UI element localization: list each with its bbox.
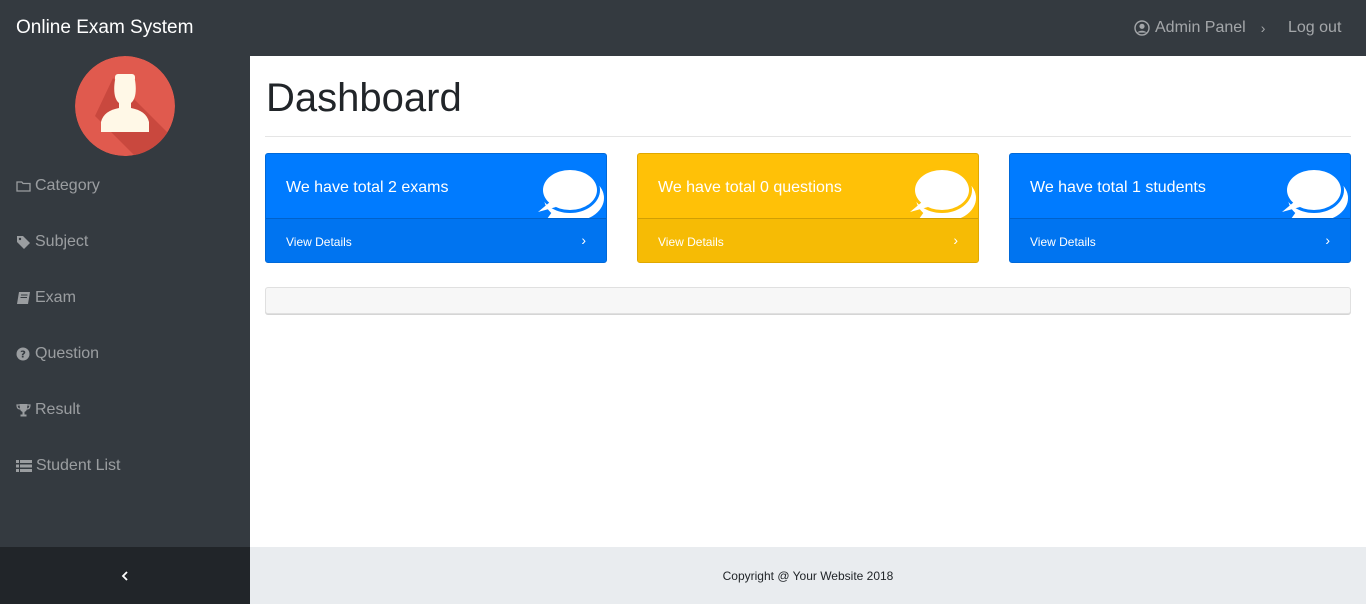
footer: Copyright @ Your Website 2018 [250, 547, 1366, 604]
brand-title[interactable]: Online Exam System [16, 17, 193, 39]
page-title: Dashboard [266, 76, 462, 120]
card-text: We have total 0 questions [658, 179, 842, 196]
exams-card: We have total 2 exams View Details › [265, 153, 607, 263]
sidebar-item-label: Category [35, 177, 100, 194]
view-details-link[interactable]: View Details › [638, 218, 978, 262]
main-content: Dashboard We have total 2 exams View Det… [250, 56, 1366, 547]
view-details-link[interactable]: View Details › [266, 218, 606, 262]
avatar [75, 56, 175, 156]
view-details-label: View Details [286, 235, 352, 249]
card-text: We have total 2 exams [286, 179, 449, 196]
tag-icon [17, 236, 30, 249]
students-card: We have total 1 students View Details › [1009, 153, 1351, 263]
sidebar-item-label: Result [35, 401, 81, 418]
sidebar-item-question[interactable]: ? Question [16, 345, 99, 363]
chevron-right-icon: › [581, 232, 586, 248]
sidebar-item-label: Exam [35, 289, 76, 306]
sidebar: Category Subject Exam ? Question Result … [0, 56, 250, 547]
questions-card: We have total 0 questions View Details › [637, 153, 979, 263]
card-text: We have total 1 students [1030, 179, 1206, 196]
trophy-icon [16, 404, 31, 417]
sidebar-item-result[interactable]: Result [16, 401, 80, 419]
top-navbar: Online Exam System Admin Panel › Log out [0, 0, 1366, 56]
chevron-right-icon: › [1260, 20, 1266, 36]
question-circle-icon: ? [16, 347, 30, 361]
sidebar-item-label: Question [35, 345, 100, 362]
sidebar-item-category[interactable]: Category [16, 177, 100, 195]
chevron-right-icon: › [953, 232, 958, 248]
view-details-label: View Details [1030, 235, 1096, 249]
sidebar-toggle-button[interactable] [0, 547, 250, 604]
sidebar-item-exam[interactable]: Exam [16, 289, 76, 307]
sidebar-item-label: Student List [36, 457, 121, 474]
sidebar-item-student-list[interactable]: Student List [16, 457, 121, 475]
sidebar-item-subject[interactable]: Subject [16, 233, 88, 251]
divider [265, 136, 1351, 137]
book-icon [17, 292, 30, 304]
svg-text:?: ? [20, 350, 26, 361]
sidebar-item-label: Subject [35, 233, 89, 250]
list-icon [16, 460, 32, 472]
logout-link[interactable]: Log out [1288, 19, 1341, 37]
user-circle-icon [1134, 20, 1150, 36]
view-details-label: View Details [658, 235, 724, 249]
admin-panel-label: Admin Panel [1155, 19, 1246, 36]
copyright-text: Copyright @ Your Website 2018 [722, 568, 894, 583]
chevron-left-icon [121, 570, 128, 581]
chevron-right-icon: › [1325, 232, 1330, 248]
folder-icon [16, 181, 31, 192]
view-details-link[interactable]: View Details › [1010, 218, 1350, 262]
admin-panel-menu[interactable]: Admin Panel › [1134, 19, 1265, 37]
empty-panel [265, 287, 1351, 314]
